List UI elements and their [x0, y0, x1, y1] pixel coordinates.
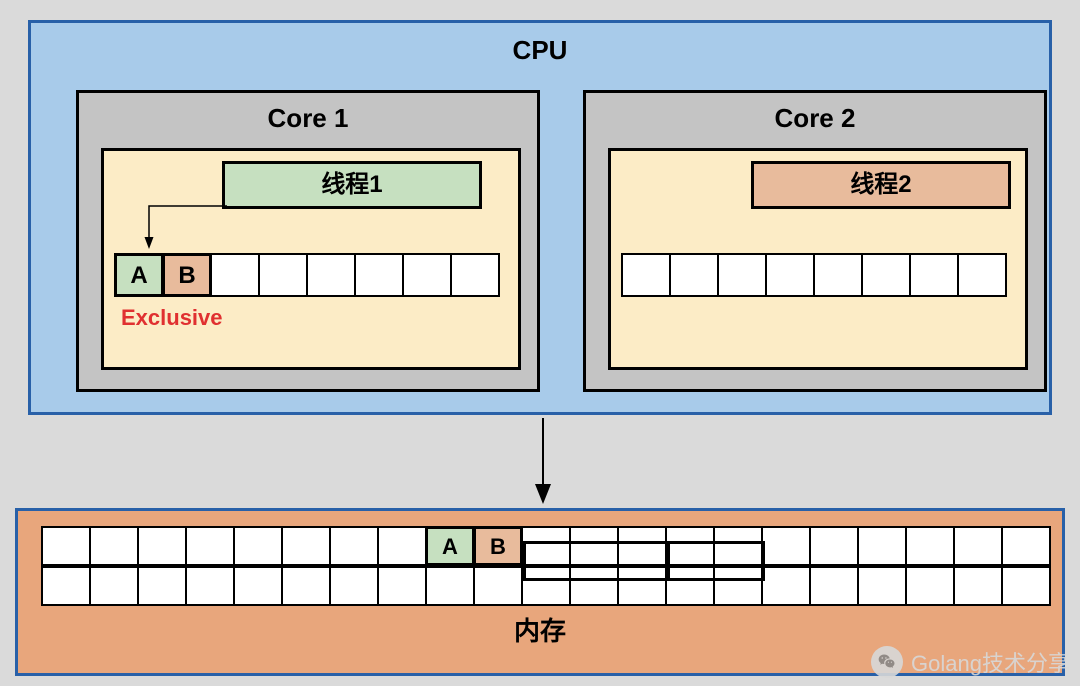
core1-box: Core 1 线程1 A B Exclusive: [76, 90, 540, 392]
memory-cell: [185, 526, 235, 566]
memory-cell: [761, 566, 811, 606]
memory-cell: [665, 526, 715, 566]
memory-cell: [905, 566, 955, 606]
memory-cell: [137, 566, 187, 606]
memory-cell: [233, 566, 283, 606]
memory-cell: [329, 526, 379, 566]
cache-cell: [402, 253, 452, 297]
memory-row: [41, 566, 1051, 606]
memory-cell: [713, 566, 763, 606]
memory-cell: [281, 566, 331, 606]
watermark: Golang技术分享: [871, 646, 1070, 678]
memory-cell: [425, 566, 475, 606]
memory-cell: [569, 526, 619, 566]
memory-cell: [761, 526, 811, 566]
core1-title: Core 1: [79, 103, 537, 134]
memory-cell: [521, 526, 571, 566]
memory-cell: B: [473, 526, 523, 566]
memory-cell: [41, 566, 91, 606]
core2-cache-row: [621, 253, 1007, 297]
cache-cell: [861, 253, 911, 297]
core1-cache-row: A B: [114, 253, 500, 297]
arrow-thread-to-cell: [139, 204, 229, 253]
memory-cell: [185, 566, 235, 606]
thread2-box: 线程2: [751, 161, 1011, 209]
memory-cell: [41, 526, 91, 566]
core2-box: Core 2 线程2: [583, 90, 1047, 392]
cpu-container: CPU Core 1 线程1 A B Exclusive Core 2: [28, 20, 1052, 415]
arrow-cpu-to-memory: [528, 418, 558, 508]
memory-cell: [713, 526, 763, 566]
cpu-title: CPU: [31, 35, 1049, 66]
memory-cell: [377, 566, 427, 606]
memory-cell: [809, 526, 859, 566]
memory-cell: [137, 526, 187, 566]
memory-grid: A B: [41, 526, 1051, 606]
cache-cell: [765, 253, 815, 297]
cache-cell: A: [114, 253, 164, 297]
core2-cache: 线程2: [608, 148, 1028, 370]
memory-cell: [329, 566, 379, 606]
cache-cell: [306, 253, 356, 297]
cache-cell: [669, 253, 719, 297]
memory-cell: [617, 566, 667, 606]
memory-cell: A: [425, 526, 475, 566]
wechat-icon: [871, 646, 903, 678]
cache-cell: [354, 253, 404, 297]
watermark-text: Golang技术分享: [911, 646, 1070, 678]
memory-cell: [953, 526, 1003, 566]
memory-cell: [281, 526, 331, 566]
cache-cell: [909, 253, 959, 297]
cache-cell: [717, 253, 767, 297]
memory-cell: [569, 566, 619, 606]
cache-state-label: Exclusive: [121, 305, 223, 331]
memory-row: A B: [41, 526, 1051, 566]
thread1-box: 线程1: [222, 161, 482, 209]
memory-cell: [857, 566, 907, 606]
memory-cell: [89, 566, 139, 606]
memory-cell: [473, 566, 523, 606]
cache-cell: [813, 253, 863, 297]
cache-cell: [210, 253, 260, 297]
memory-cell: [857, 526, 907, 566]
memory-cell: [89, 526, 139, 566]
cache-cell: [957, 253, 1007, 297]
memory-cell: [665, 566, 715, 606]
cache-cell: [450, 253, 500, 297]
memory-cell: [617, 526, 667, 566]
cache-cell: [621, 253, 671, 297]
memory-label: 内存: [18, 611, 1062, 648]
memory-cell: [1001, 526, 1051, 566]
core2-title: Core 2: [586, 103, 1044, 134]
memory-cell: [905, 526, 955, 566]
memory-cell: [521, 566, 571, 606]
cache-cell: B: [162, 253, 212, 297]
core1-cache: 线程1 A B Exclusive: [101, 148, 521, 370]
cache-cell: [258, 253, 308, 297]
memory-cell: [233, 526, 283, 566]
memory-cell: [809, 566, 859, 606]
memory-cell: [377, 526, 427, 566]
memory-cell: [1001, 566, 1051, 606]
memory-cell: [953, 566, 1003, 606]
